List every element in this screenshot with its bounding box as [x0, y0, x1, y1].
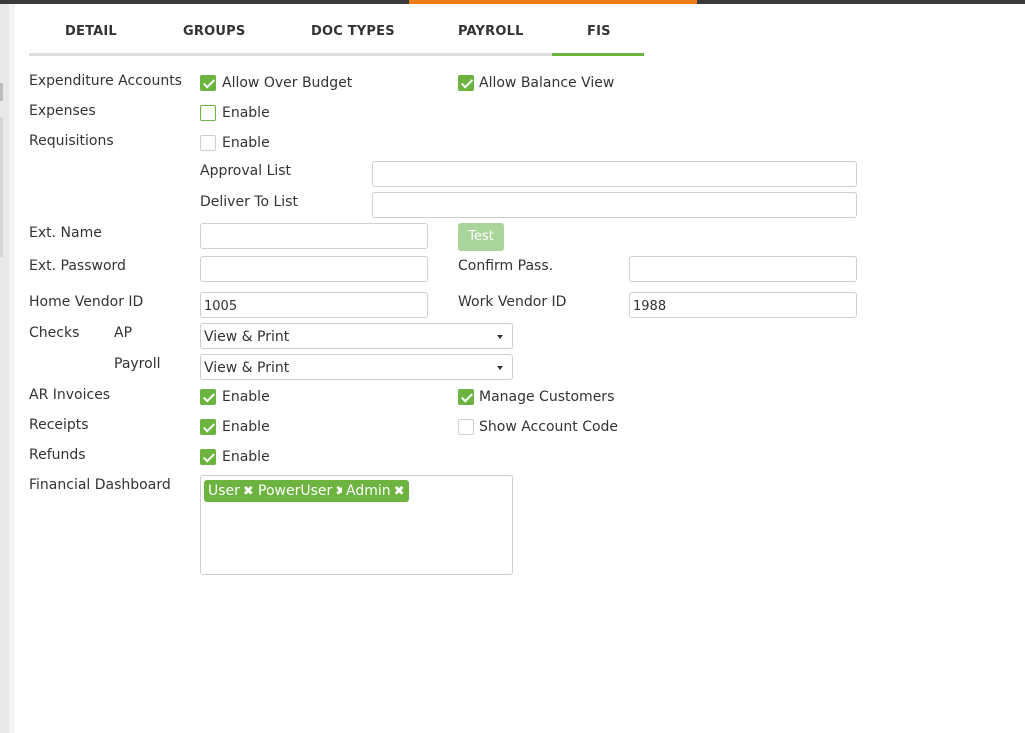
close-icon[interactable]: ✖: [243, 481, 254, 503]
requisitions-label: Requisitions: [29, 133, 114, 149]
allow-balance-view-checkbox[interactable]: [458, 75, 474, 91]
ext-password-input[interactable]: [200, 256, 428, 282]
financial-dashboard-tag-input[interactable]: User ✖ PowerUser ✖ Admin ✖: [200, 475, 513, 575]
receipts-enable-checkbox[interactable]: [200, 419, 216, 435]
refunds-enable-checkbox[interactable]: [200, 449, 216, 465]
checks-label: Checks: [29, 325, 80, 341]
checks-payroll-select-value: View & Print: [204, 360, 290, 376]
ar-invoices-enable-label: Enable: [222, 389, 270, 405]
work-vendor-id-input[interactable]: [629, 292, 857, 318]
deliver-to-list-label: Deliver To List: [200, 194, 298, 210]
allow-over-budget-label: Allow Over Budget: [222, 75, 353, 91]
tab-active-indicator: [552, 53, 644, 56]
chevron-down-icon: [497, 335, 503, 339]
checks-ap-select-value: View & Print: [204, 329, 290, 345]
left-panel-gutter: [9, 4, 15, 733]
tab-fis[interactable]: FIS: [587, 24, 611, 39]
left-panel-marker: [0, 117, 3, 257]
tag-user: User ✖: [204, 480, 258, 502]
tag-admin: Admin ✖: [342, 480, 409, 502]
refunds-label: Refunds: [29, 447, 86, 463]
close-icon[interactable]: ✖: [394, 481, 405, 503]
financial-dashboard-label: Financial Dashboard: [29, 477, 171, 493]
confirm-pass-label: Confirm Pass.: [458, 258, 554, 274]
expenses-enable-checkbox[interactable]: [200, 105, 216, 121]
top-bar-accent: [409, 0, 697, 4]
tag-label: Admin: [346, 483, 391, 499]
checks-ap-label: AP: [114, 325, 133, 341]
test-button[interactable]: Test: [458, 223, 504, 251]
tag-label: PowerUser: [258, 483, 333, 499]
tab-detail[interactable]: DETAIL: [65, 24, 117, 39]
ar-invoices-enable-checkbox[interactable]: [200, 389, 216, 405]
requisitions-enable-checkbox[interactable]: [200, 135, 216, 151]
work-vendor-id-label: Work Vendor ID: [458, 294, 567, 310]
home-vendor-id-label: Home Vendor ID: [29, 294, 144, 310]
checks-ap-select[interactable]: View & Print: [200, 323, 513, 349]
left-panel-marker: [0, 83, 3, 101]
expenditure-accounts-label: Expenditure Accounts: [29, 73, 182, 89]
requisitions-enable-label: Enable: [222, 135, 270, 151]
receipts-enable-label: Enable: [222, 419, 270, 435]
tab-payroll[interactable]: PAYROLL: [458, 24, 524, 39]
chevron-down-icon: [497, 366, 503, 370]
approval-list-label: Approval List: [200, 163, 292, 179]
tab-doc-types[interactable]: DOC TYPES: [311, 24, 395, 39]
allow-over-budget-checkbox[interactable]: [200, 75, 216, 91]
show-account-code-checkbox[interactable]: [458, 419, 474, 435]
tag-poweruser: PowerUser ✖: [254, 480, 351, 502]
allow-balance-view-label: Allow Balance View: [479, 75, 615, 91]
tag-label: User: [208, 483, 240, 499]
receipts-label: Receipts: [29, 417, 89, 433]
left-panel-edge: [0, 4, 9, 733]
ext-name-input[interactable]: [200, 223, 428, 249]
checks-payroll-label: Payroll: [114, 356, 161, 372]
manage-customers-label: Manage Customers: [479, 389, 615, 405]
approval-list-input[interactable]: [372, 161, 857, 187]
expenses-enable-label: Enable: [222, 105, 270, 121]
tab-bar: DETAIL GROUPS DOC TYPES PAYROLL FIS: [29, 16, 644, 56]
checks-payroll-select[interactable]: View & Print: [200, 354, 513, 380]
show-account-code-label: Show Account Code: [479, 419, 619, 435]
tab-groups[interactable]: GROUPS: [183, 24, 245, 39]
confirm-pass-input[interactable]: [629, 256, 857, 282]
home-vendor-id-input[interactable]: [200, 292, 428, 318]
ar-invoices-label: AR Invoices: [29, 387, 111, 403]
manage-customers-checkbox[interactable]: [458, 389, 474, 405]
expenses-label: Expenses: [29, 103, 96, 119]
refunds-enable-label: Enable: [222, 449, 270, 465]
ext-password-label: Ext. Password: [29, 258, 126, 274]
ext-name-label: Ext. Name: [29, 225, 102, 241]
deliver-to-list-input[interactable]: [372, 192, 857, 218]
